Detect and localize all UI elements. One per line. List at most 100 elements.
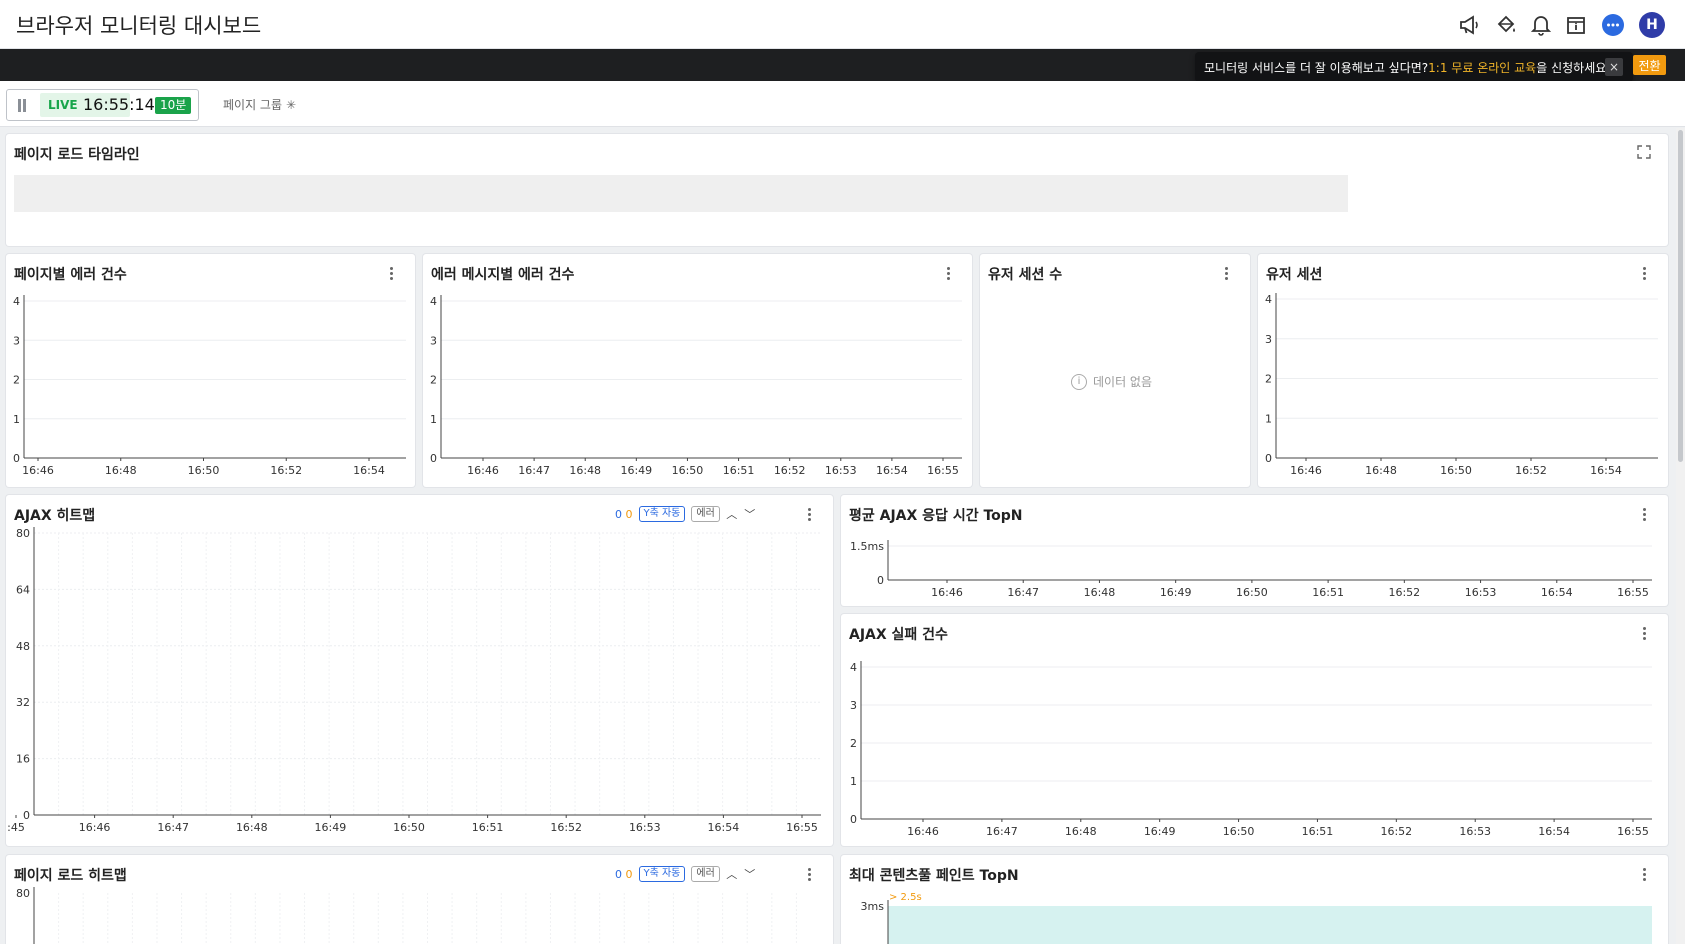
card-sessions: 유저 세션 0 1 2 3 4 16:46 16:48 16:50 16:52 16:54 <box>1258 254 1668 487</box>
x-tick-label: 16:47 <box>518 464 550 477</box>
chart-svg: 0 1 2 3 4 16:46 16:48 16:50 16:52 16:54 <box>13 295 406 477</box>
x-tick-label: 16:53 <box>825 464 857 477</box>
no-data-message: i 데이터 없음 <box>1071 373 1152 390</box>
y-tick-label: 80 <box>16 887 30 900</box>
x-tick-label: 16:54 <box>876 464 908 477</box>
x-tick-label: 16:47 <box>986 825 1018 838</box>
live-label: LIVE <box>48 98 78 112</box>
bell-icon[interactable] <box>1528 12 1554 38</box>
chat-icon[interactable] <box>1600 12 1626 38</box>
pause-icon[interactable] <box>17 99 27 112</box>
x-tick-label: 16:53 <box>1459 825 1491 838</box>
page-group-label: 페이지 그룹 <box>223 98 283 112</box>
x-tick-label: 16:51 <box>1312 586 1344 599</box>
y-tick-label: 1.5ms <box>850 540 884 553</box>
chart-svg: 0 1 2 3 4 16:46 16:47 16:48 16:49 16:50 16:51 16:52… <box>850 661 1652 838</box>
y-tick-label: 4 <box>1265 293 1272 306</box>
y-tick-label: 0 <box>1265 452 1272 465</box>
x-tick-label: 16:50 <box>672 464 704 477</box>
card-session-count: 유저 세션 수 i 데이터 없음 <box>980 254 1250 487</box>
x-tick-label: 16:52 <box>550 821 582 834</box>
x-tick-label: 16:50 <box>1223 825 1255 838</box>
card-ajax-heatmap: AJAX 히트맵 0 0 Y축 자동 에러 ︿ ﹀ 0 16 32 48 64 80:45… <box>6 495 833 846</box>
x-tick-label: 16:46 <box>79 821 111 834</box>
page-scrollbar[interactable] <box>1676 128 1685 944</box>
y-tick-label: 4 <box>850 661 857 674</box>
x-tick-label: 16:52 <box>1515 464 1547 477</box>
y-tick-label: 4 <box>13 295 20 308</box>
y-tick-label: 64 <box>16 583 30 596</box>
timeline-placeholder <box>14 175 1348 212</box>
x-tick-label: 16:49 <box>620 464 652 477</box>
x-tick-label: 16:54 <box>1538 825 1570 838</box>
live-time-control[interactable]: LIVE 16:55:14 10분 <box>6 89 199 121</box>
info-icon: i <box>1071 373 1087 390</box>
y-tick-label: 3 <box>850 699 857 712</box>
x-tick-label: 16:47 <box>1007 586 1039 599</box>
y-tick-label: 2 <box>13 374 20 387</box>
chart-svg: 01632486480:45 16:46 16:47 16:48 16:49 16:50 1… <box>7 527 821 834</box>
toast-text-after: 을 신청하세요 <box>1536 60 1607 75</box>
x-tick-label: :45 <box>7 821 25 834</box>
x-tick-label: 16:54 <box>353 464 385 477</box>
x-tick-label: 16:51 <box>472 821 504 834</box>
expand-icon[interactable] <box>1637 145 1651 159</box>
live-time: 16:55:14 <box>83 95 155 114</box>
x-tick-label: 16:46 <box>467 464 499 477</box>
avatar[interactable]: H <box>1639 12 1665 38</box>
x-tick-label: 16:46 <box>931 586 963 599</box>
y-tick-label: 2 <box>430 374 437 387</box>
x-tick-label: 16:50 <box>1236 586 1268 599</box>
x-tick-label: 16:55 <box>1617 586 1649 599</box>
x-tick-label: 16:48 <box>1065 825 1097 838</box>
threshold-band <box>888 906 1652 944</box>
x-tick-label: 16:54 <box>1541 586 1573 599</box>
x-tick-label: 16:53 <box>1465 586 1497 599</box>
card-page-load-timeline: 페이지 로드 타임라인 <box>6 134 1668 246</box>
scroll-thumb[interactable] <box>1678 130 1683 462</box>
x-tick-label: 16:50 <box>188 464 220 477</box>
calendar-icon[interactable] <box>1563 12 1589 38</box>
x-tick-label: 16:55 <box>927 464 959 477</box>
x-tick-label: 16:47 <box>157 821 189 834</box>
page-group-filter[interactable]: 페이지 그룹 ✳ <box>223 96 296 113</box>
switch-button[interactable]: 전환 <box>1633 55 1666 75</box>
card-lcp-topn: 최대 콘텐츠풀 페인트 TopN > 2.5s 3ms <box>841 855 1668 944</box>
y-tick-label: 1 <box>1265 412 1272 425</box>
asterisk-icon: ✳ <box>286 98 297 112</box>
y-tick-label: 3 <box>13 334 20 347</box>
x-tick-label: 16:50 <box>393 821 425 834</box>
top-header: 브라우저 모니터링 대시보드 H <box>0 0 1685 49</box>
x-tick-label: 16:53 <box>629 821 661 834</box>
paint-bucket-icon[interactable] <box>1493 12 1519 38</box>
card-ajax-failures: AJAX 실패 건수 0 1 2 3 4 16:46 16:47 16:48 16:49 16:5… <box>841 614 1668 846</box>
chart-svg: 0 1.5ms 16:46 16:47 16:48 16:49 16:50 16:51 16:5… <box>850 540 1652 599</box>
y-tick-label: 3 <box>1265 333 1272 346</box>
y-tick-label: 0 <box>877 574 884 587</box>
y-tick-label: 16 <box>16 753 30 766</box>
y-tick-label: 2 <box>1265 373 1272 386</box>
toast-highlight-link[interactable]: 1:1 무료 온라인 교육 <box>1428 59 1536 76</box>
x-tick-label: 16:49 <box>1144 825 1176 838</box>
x-tick-label: 16:52 <box>774 464 806 477</box>
y-tick-label: 0 <box>850 813 857 826</box>
card-ajax-avg-response: 평균 AJAX 응답 시간 TopN 0 1.5ms 16:46 16:47 16:48… <box>841 495 1668 606</box>
x-tick-label: 16:46 <box>22 464 54 477</box>
time-range-badge[interactable]: 10분 <box>155 97 192 114</box>
education-toast: 모니터링 서비스를 더 잘 이용해보고 싶다면? 1:1 무료 온라인 교육 을 … <box>1195 52 1633 82</box>
y-tick-label: 1 <box>13 413 20 426</box>
chart-svg: 0 1 2 3 4 16:46 16:47 16:48 16:49 16:50 16:51 16:52… <box>430 295 962 477</box>
close-icon[interactable]: × <box>1605 58 1623 76</box>
x-tick-label: 16:48 <box>1365 464 1397 477</box>
x-tick-label: 16:46 <box>1290 464 1322 477</box>
x-tick-label: 16:54 <box>708 821 740 834</box>
y-tick-label: 1 <box>430 413 437 426</box>
page-title: 브라우저 모니터링 대시보드 <box>16 14 262 38</box>
more-icon[interactable] <box>1220 264 1232 282</box>
x-tick-label: 16:55 <box>1617 825 1649 838</box>
card-page-errors: 페이지별 에러 건수 0 1 2 3 4 16:46 16:48 16:50 16:52 16:5… <box>6 254 415 487</box>
toast-text-before: 모니터링 서비스를 더 잘 이용해보고 싶다면? <box>1204 60 1429 75</box>
x-tick-label: 16:48 <box>1084 586 1116 599</box>
y-tick-label: 48 <box>16 640 30 653</box>
megaphone-icon[interactable] <box>1457 12 1483 38</box>
